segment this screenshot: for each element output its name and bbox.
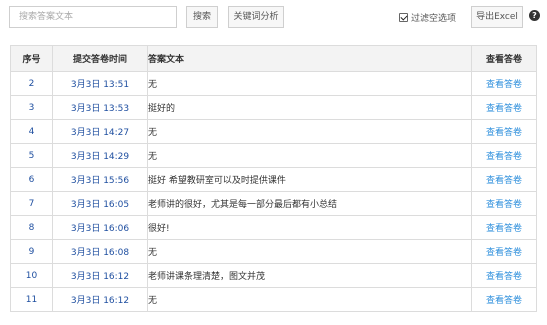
table-row: 7 3月3日 16:05 老师讲的很好，尤其是每一部分最后都有小总结 查看答卷: [10, 191, 537, 216]
filter-empty-option[interactable]: 过滤空选项: [399, 10, 456, 24]
row-answer-text: 无: [147, 143, 472, 168]
row-seq: 7: [10, 191, 53, 216]
header-submit-time: 提交答卷时间: [52, 45, 148, 72]
row-submit-time: 3月3日 14:27: [52, 119, 148, 144]
header-seq: 序号: [10, 45, 53, 72]
row-submit-time: 3月3日 14:29: [52, 143, 148, 168]
table-row: 6 3月3日 15:56 挺好 希望教研室可以及时提供课件 查看答卷: [10, 167, 537, 192]
row-seq: 4: [10, 119, 53, 144]
row-submit-time: 3月3日 16:08: [52, 239, 148, 264]
search-input[interactable]: [9, 6, 177, 28]
row-seq: 3: [10, 95, 53, 120]
row-seq: 11: [10, 287, 53, 312]
row-answer-text: 老师讲的很好，尤其是每一部分最后都有小总结: [147, 191, 472, 216]
row-submit-time: 3月3日 13:53: [52, 95, 148, 120]
table-row: 11 3月3日 16:12 无 查看答卷: [10, 287, 537, 312]
table-row: 4 3月3日 14:27 无 查看答卷: [10, 119, 537, 144]
row-answer-text: 无: [147, 287, 472, 312]
table-row: 9 3月3日 16:08 无 查看答卷: [10, 239, 537, 264]
row-submit-time: 3月3日 16:12: [52, 263, 148, 288]
row-answer-text: 老师讲课条理清楚，图文并茂: [147, 263, 472, 288]
row-seq: 6: [10, 167, 53, 192]
row-seq: 5: [10, 143, 53, 168]
row-answer-text: 挺好 希望教研室可以及时提供课件: [147, 167, 472, 192]
row-submit-time: 3月3日 16:05: [52, 191, 148, 216]
row-answer-text: 无: [147, 119, 472, 144]
row-answer-text: 很好!: [147, 215, 472, 240]
export-excel-button[interactable]: 导出Excel: [471, 6, 523, 28]
row-submit-time: 3月3日 16:06: [52, 215, 148, 240]
row-seq: 9: [10, 239, 53, 264]
row-seq: 2: [10, 71, 53, 96]
search-button[interactable]: 搜索: [186, 6, 218, 28]
row-answer-text: 无: [147, 71, 472, 96]
view-answer-link[interactable]: 查看答卷: [471, 143, 537, 168]
header-view-answer: 查看答卷: [471, 45, 537, 72]
table-header-row: 序号 提交答卷时间 答案文本 查看答卷: [10, 45, 537, 72]
view-answer-link[interactable]: 查看答卷: [471, 95, 537, 120]
view-answer-link[interactable]: 查看答卷: [471, 119, 537, 144]
row-submit-time: 3月3日 15:56: [52, 167, 148, 192]
row-answer-text: 挺好的: [147, 95, 472, 120]
table-row: 8 3月3日 16:06 很好! 查看答卷: [10, 215, 537, 240]
view-answer-link[interactable]: 查看答卷: [471, 167, 537, 192]
row-submit-time: 3月3日 16:12: [52, 287, 148, 312]
row-submit-time: 3月3日 13:51: [52, 71, 148, 96]
row-answer-text: 无: [147, 239, 472, 264]
view-answer-link[interactable]: 查看答卷: [471, 263, 537, 288]
table-row: 5 3月3日 14:29 无 查看答卷: [10, 143, 537, 168]
view-answer-link[interactable]: 查看答卷: [471, 215, 537, 240]
view-answer-link[interactable]: 查看答卷: [471, 287, 537, 312]
filter-empty-checkbox[interactable]: [399, 12, 408, 22]
row-seq: 8: [10, 215, 53, 240]
table-row: 10 3月3日 16:12 老师讲课条理清楚，图文并茂 查看答卷: [10, 263, 537, 288]
keyword-analysis-button[interactable]: 关键词分析: [228, 6, 284, 28]
table-row: 3 3月3日 13:53 挺好的 查看答卷: [10, 95, 537, 120]
toolbar: 搜索 关键词分析 过滤空选项 导出Excel ?: [0, 0, 547, 34]
filter-empty-label: 过滤空选项: [411, 13, 457, 24]
view-answer-link[interactable]: 查看答卷: [471, 71, 537, 96]
help-icon[interactable]: ?: [529, 10, 540, 21]
table-row: 2 3月3日 13:51 无 查看答卷: [10, 71, 537, 96]
answers-table: 序号 提交答卷时间 答案文本 查看答卷 2 3月3日 13:51 无 查看答卷 …: [10, 45, 537, 312]
view-answer-link[interactable]: 查看答卷: [471, 191, 537, 216]
view-answer-link[interactable]: 查看答卷: [471, 239, 537, 264]
row-seq: 10: [10, 263, 53, 288]
header-answer-text: 答案文本: [147, 45, 472, 72]
